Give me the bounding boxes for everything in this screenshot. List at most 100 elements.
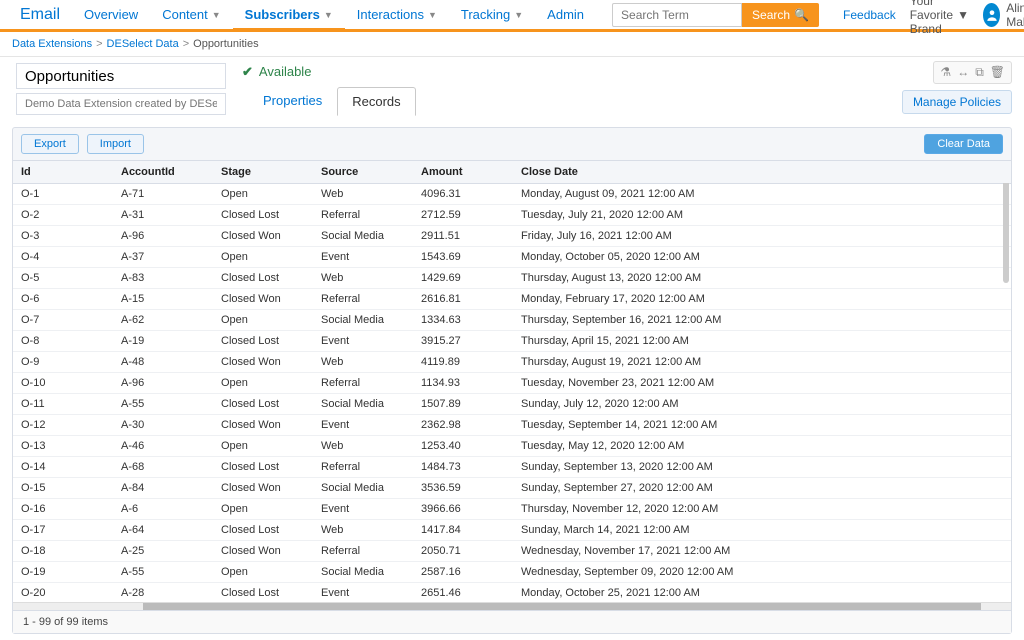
cell-acc: A-15	[113, 289, 213, 310]
de-desc-input[interactable]	[16, 93, 226, 115]
cell-id: O-9	[13, 352, 113, 373]
cell-stage: Closed Lost	[213, 520, 313, 541]
horizontal-scrollbar[interactable]	[13, 602, 1011, 610]
cell-id: O-17	[13, 520, 113, 541]
copy-icon[interactable]: ⧉	[975, 65, 984, 80]
cell-acc: A-46	[113, 436, 213, 457]
clear-data-button[interactable]: Clear Data	[924, 134, 1003, 154]
cell-amt: 2587.16	[413, 562, 513, 583]
nav-interactions[interactable]: Interactions▼	[345, 0, 449, 29]
cell-close: Monday, August 09, 2021 12:00 AM	[513, 184, 1011, 205]
manage-policies-button[interactable]: Manage Policies	[902, 90, 1012, 114]
cell-acc: A-28	[113, 583, 213, 603]
col-stage[interactable]: Stage	[213, 161, 313, 184]
import-button[interactable]: Import	[87, 134, 144, 154]
cell-close: Monday, October 05, 2020 12:00 AM	[513, 247, 1011, 268]
table-row[interactable]: O-4A-37OpenEvent1543.69Monday, October 0…	[13, 247, 1011, 268]
table-row[interactable]: O-3A-96Closed WonSocial Media2911.51Frid…	[13, 226, 1011, 247]
table-row[interactable]: O-11A-55Closed LostSocial Media1507.89Su…	[13, 394, 1011, 415]
cell-id: O-11	[13, 394, 113, 415]
cell-close: Sunday, September 13, 2020 12:00 AM	[513, 457, 1011, 478]
cell-stage: Open	[213, 436, 313, 457]
table-row[interactable]: O-9A-48Closed WonWeb4119.89Thursday, Aug…	[13, 352, 1011, 373]
cell-acc: A-31	[113, 205, 213, 226]
filter-icon[interactable]: ⚗	[940, 65, 951, 80]
cell-id: O-10	[13, 373, 113, 394]
nav-content[interactable]: Content▼	[150, 0, 232, 29]
table-scroll[interactable]: Id AccountId Stage Source Amount Close D…	[13, 160, 1011, 602]
table-row[interactable]: O-6A-15Closed WonReferral2616.81Monday, …	[13, 289, 1011, 310]
cell-close: Sunday, September 27, 2020 12:00 AM	[513, 478, 1011, 499]
cell-acc: A-96	[113, 373, 213, 394]
cell-acc: A-84	[113, 478, 213, 499]
cell-stage: Open	[213, 562, 313, 583]
table-row[interactable]: O-12A-30Closed WonEvent2362.98Tuesday, S…	[13, 415, 1011, 436]
breadcrumb-link[interactable]: Data Extensions	[12, 38, 92, 50]
table-row[interactable]: O-14A-68Closed LostReferral1484.73Sunday…	[13, 457, 1011, 478]
table-row[interactable]: O-2A-31Closed LostReferral2712.59Tuesday…	[13, 205, 1011, 226]
cell-src: Event	[313, 415, 413, 436]
col-closedate[interactable]: Close Date	[513, 161, 1011, 184]
cell-src: Web	[313, 184, 413, 205]
cell-close: Thursday, November 12, 2020 12:00 AM	[513, 499, 1011, 520]
table-row[interactable]: O-20A-28Closed LostEvent2651.46Monday, O…	[13, 583, 1011, 603]
table-row[interactable]: O-19A-55OpenSocial Media2587.16Wednesday…	[13, 562, 1011, 583]
search-input[interactable]	[612, 3, 742, 27]
table-row[interactable]: O-1A-71OpenWeb4096.31Monday, August 09, …	[13, 184, 1011, 205]
search-button[interactable]: Search🔍	[742, 3, 819, 27]
nav-subscribers[interactable]: Subscribers▼	[233, 2, 345, 31]
table-row[interactable]: O-10A-96OpenReferral1134.93Tuesday, Nove…	[13, 373, 1011, 394]
cell-acc: A-71	[113, 184, 213, 205]
export-button[interactable]: Export	[21, 134, 79, 154]
cell-amt: 1484.73	[413, 457, 513, 478]
cell-src: Referral	[313, 541, 413, 562]
col-amount[interactable]: Amount	[413, 161, 513, 184]
cell-id: O-15	[13, 478, 113, 499]
table-row[interactable]: O-18A-25Closed WonReferral2050.71Wednesd…	[13, 541, 1011, 562]
sub-tabs: Properties Records	[248, 86, 416, 115]
cell-amt: 2050.71	[413, 541, 513, 562]
chevron-down-icon: ▼	[514, 10, 523, 20]
table-row[interactable]: O-15A-84Closed WonSocial Media3536.59Sun…	[13, 478, 1011, 499]
cell-stage: Open	[213, 373, 313, 394]
de-name-input[interactable]	[16, 63, 226, 89]
breadcrumb-link[interactable]: DESelect Data	[107, 38, 179, 50]
nav-tracking[interactable]: Tracking▼	[449, 0, 535, 29]
col-source[interactable]: Source	[313, 161, 413, 184]
brand-switcher[interactable]: Your Favorite Brand▼	[910, 0, 969, 36]
table-row[interactable]: O-5A-83Closed LostWeb1429.69Thursday, Au…	[13, 268, 1011, 289]
nav-overview[interactable]: Overview	[72, 0, 150, 29]
cell-id: O-18	[13, 541, 113, 562]
cell-id: O-2	[13, 205, 113, 226]
transfer-icon[interactable]: ↔	[957, 65, 969, 80]
nav-admin[interactable]: Admin	[535, 0, 596, 29]
feedback-link[interactable]: Feedback	[843, 8, 896, 22]
table-row[interactable]: O-7A-62OpenSocial Media1334.63Thursday, …	[13, 310, 1011, 331]
cell-id: O-3	[13, 226, 113, 247]
cell-stage: Closed Lost	[213, 457, 313, 478]
col-accountid[interactable]: AccountId	[113, 161, 213, 184]
cell-stage: Open	[213, 310, 313, 331]
tab-properties[interactable]: Properties	[248, 86, 337, 115]
cell-close: Tuesday, September 14, 2021 12:00 AM	[513, 415, 1011, 436]
cell-amt: 1334.63	[413, 310, 513, 331]
col-id[interactable]: Id	[13, 161, 113, 184]
table-row[interactable]: O-17A-64Closed LostWeb1417.84Sunday, Mar…	[13, 520, 1011, 541]
tab-records[interactable]: Records	[337, 87, 415, 116]
cell-amt: 1429.69	[413, 268, 513, 289]
trash-icon[interactable]: 🗑	[990, 65, 1005, 80]
cell-src: Event	[313, 499, 413, 520]
user-menu[interactable]: Alina Makarova▼	[983, 1, 1024, 29]
top-nav: Email Overview Content▼ Subscribers▼ Int…	[0, 0, 1024, 32]
cell-src: Social Media	[313, 226, 413, 247]
table-row[interactable]: O-13A-46OpenWeb1253.40Tuesday, May 12, 2…	[13, 436, 1011, 457]
cell-close: Wednesday, November 17, 2021 12:00 AM	[513, 541, 1011, 562]
scrollbar-thumb[interactable]	[143, 603, 981, 610]
cell-stage: Open	[213, 499, 313, 520]
cell-close: Sunday, March 14, 2021 12:00 AM	[513, 520, 1011, 541]
table-row[interactable]: O-16A-6OpenEvent3966.66Thursday, Novembe…	[13, 499, 1011, 520]
table-row[interactable]: O-8A-19Closed LostEvent3915.27Thursday, …	[13, 331, 1011, 352]
cell-id: O-14	[13, 457, 113, 478]
cell-amt: 1507.89	[413, 394, 513, 415]
cell-stage: Closed Lost	[213, 583, 313, 603]
